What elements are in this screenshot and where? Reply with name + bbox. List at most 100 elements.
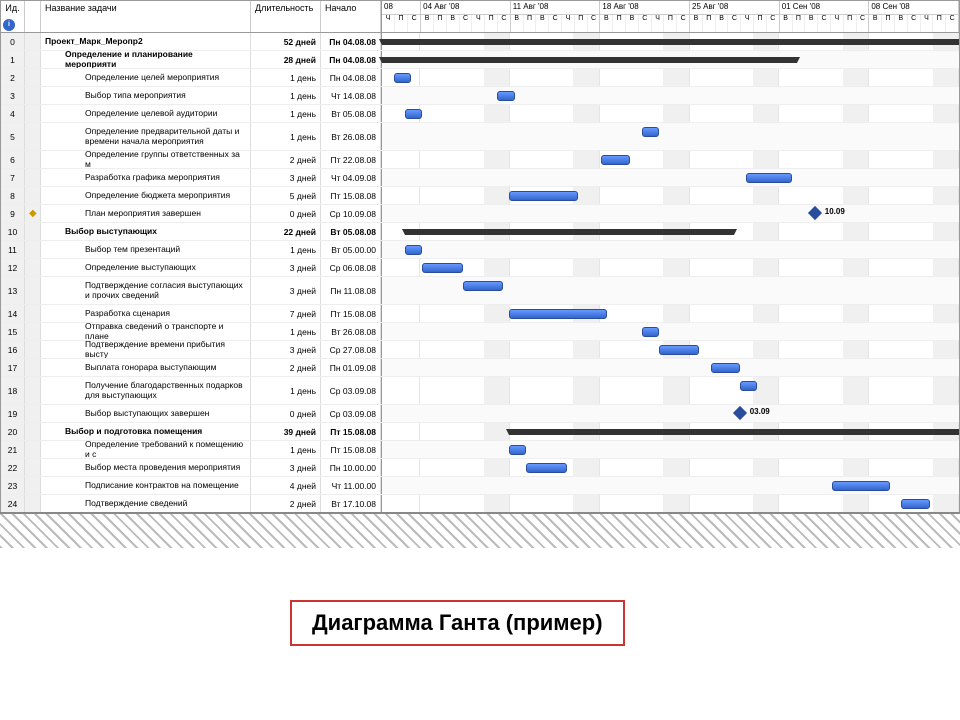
task-duration[interactable]: 1 день bbox=[251, 69, 321, 86]
task-bar[interactable] bbox=[832, 481, 890, 491]
task-start[interactable]: Чт 04.09.08 bbox=[321, 169, 381, 186]
task-name[interactable]: Определение и планирование мероприяти bbox=[41, 51, 251, 68]
task-start[interactable]: Пт 15.08.08 bbox=[321, 187, 381, 204]
task-duration[interactable]: 0 дней bbox=[251, 405, 321, 422]
task-bar[interactable] bbox=[463, 281, 503, 291]
task-bar[interactable] bbox=[746, 173, 792, 183]
task-name[interactable]: Определение группы ответственных за м bbox=[41, 151, 251, 168]
task-duration[interactable]: 2 дней bbox=[251, 359, 321, 376]
task-start[interactable]: Пт 15.08.08 bbox=[321, 441, 381, 458]
task-row[interactable]: 22Выбор места проведения мероприятия3 дн… bbox=[1, 459, 959, 477]
task-row[interactable]: 17Выплата гонорара выступающим2 днейПн 0… bbox=[1, 359, 959, 377]
col-id[interactable]: Ид. i bbox=[1, 1, 25, 32]
task-name[interactable]: Проект_Марк_Меропр2 bbox=[41, 33, 251, 50]
task-row[interactable]: 10Выбор выступающих22 днейВт 05.08.08 bbox=[1, 223, 959, 241]
task-duration[interactable]: 3 дней bbox=[251, 169, 321, 186]
task-duration[interactable]: 1 день bbox=[251, 241, 321, 258]
task-bar[interactable] bbox=[711, 363, 740, 373]
task-row[interactable]: 3Выбор типа мероприятия1 деньЧт 14.08.08 bbox=[1, 87, 959, 105]
task-name[interactable]: Получение благодарственных подарков для … bbox=[41, 377, 251, 404]
task-row[interactable]: 9◆План мероприятия завершен0 днейСр 10.0… bbox=[1, 205, 959, 223]
task-duration[interactable]: 1 день bbox=[251, 87, 321, 104]
task-bar[interactable] bbox=[642, 327, 659, 337]
task-row[interactable]: 21Определение требований к помещению и с… bbox=[1, 441, 959, 459]
task-start[interactable]: Пн 04.08.08 bbox=[321, 51, 381, 68]
task-start[interactable]: Ср 03.09.08 bbox=[321, 405, 381, 422]
task-duration[interactable]: 3 дней bbox=[251, 277, 321, 304]
summary-bar[interactable] bbox=[382, 39, 959, 45]
task-name[interactable]: Выбор выступающих bbox=[41, 223, 251, 240]
task-row[interactable]: 8Определение бюджета мероприятия5 днейПт… bbox=[1, 187, 959, 205]
task-name[interactable]: Подтверждение времени прибытия высту bbox=[41, 341, 251, 358]
task-bar[interactable] bbox=[526, 463, 566, 473]
task-name[interactable]: Разработка графика мероприятия bbox=[41, 169, 251, 186]
task-row[interactable]: 15Отправка сведений о транспорте и плане… bbox=[1, 323, 959, 341]
task-name[interactable]: Определение целей мероприятия bbox=[41, 69, 251, 86]
task-name[interactable]: Подтверждение согласия выступающих и про… bbox=[41, 277, 251, 304]
task-duration[interactable]: 39 дней bbox=[251, 423, 321, 440]
task-row[interactable]: 1Определение и планирование мероприяти28… bbox=[1, 51, 959, 69]
task-duration[interactable]: 1 день bbox=[251, 123, 321, 150]
task-name[interactable]: Подтверждение сведений bbox=[41, 495, 251, 512]
task-duration[interactable]: 1 день bbox=[251, 323, 321, 340]
task-start[interactable]: Пн 04.08.08 bbox=[321, 33, 381, 50]
task-row[interactable]: 13Подтверждение согласия выступающих и п… bbox=[1, 277, 959, 305]
task-bar[interactable] bbox=[901, 499, 930, 509]
task-row[interactable]: 23Подписание контрактов на помещение4 дн… bbox=[1, 477, 959, 495]
col-name[interactable]: Название задачи bbox=[41, 1, 251, 32]
task-start[interactable]: Пт 15.08.08 bbox=[321, 305, 381, 322]
task-start[interactable]: Вт 05.00.00 bbox=[321, 241, 381, 258]
summary-bar[interactable] bbox=[509, 429, 959, 435]
task-name[interactable]: Разработка сценария bbox=[41, 305, 251, 322]
task-start[interactable]: Пн 01.09.08 bbox=[321, 359, 381, 376]
task-name[interactable]: Выбор типа мероприятия bbox=[41, 87, 251, 104]
task-start[interactable]: Вт 05.08.08 bbox=[321, 223, 381, 240]
task-bar[interactable] bbox=[509, 445, 526, 455]
task-name[interactable]: План мероприятия завершен bbox=[41, 205, 251, 222]
task-duration[interactable]: 5 дней bbox=[251, 187, 321, 204]
task-row[interactable]: 24Подтверждение сведений2 днейВт 17.10.0… bbox=[1, 495, 959, 513]
milestone-marker[interactable] bbox=[733, 406, 747, 420]
task-duration[interactable]: 3 дней bbox=[251, 259, 321, 276]
task-name[interactable]: Отправка сведений о транспорте и плане bbox=[41, 323, 251, 340]
col-duration[interactable]: Длительность bbox=[251, 1, 321, 32]
task-body[interactable]: 0Проект_Марк_Меропр252 днейПн 04.08.081О… bbox=[1, 33, 959, 539]
task-row[interactable]: 14Разработка сценария7 днейПт 15.08.08 bbox=[1, 305, 959, 323]
summary-bar[interactable] bbox=[382, 57, 797, 63]
task-duration[interactable]: 22 дней bbox=[251, 223, 321, 240]
task-name[interactable]: Подписание контрактов на помещение bbox=[41, 477, 251, 494]
task-duration[interactable]: 1 день bbox=[251, 441, 321, 458]
task-duration[interactable]: 1 день bbox=[251, 377, 321, 404]
task-start[interactable]: Пт 22.08.08 bbox=[321, 151, 381, 168]
task-duration[interactable]: 7 дней bbox=[251, 305, 321, 322]
info-icon[interactable]: i bbox=[3, 19, 15, 31]
task-row[interactable]: 6Определение группы ответственных за м2 … bbox=[1, 151, 959, 169]
task-start[interactable]: Ср 03.09.08 bbox=[321, 377, 381, 404]
task-start[interactable]: Пт 15.08.08 bbox=[321, 423, 381, 440]
task-duration[interactable]: 4 дней bbox=[251, 477, 321, 494]
task-duration[interactable]: 28 дней bbox=[251, 51, 321, 68]
task-name[interactable]: Выбор тем презентаций bbox=[41, 241, 251, 258]
task-duration[interactable]: 52 дней bbox=[251, 33, 321, 50]
task-name[interactable]: Выбор выступающих завершен bbox=[41, 405, 251, 422]
timeline-header[interactable]: 08ЧПС04 Авг '08ВПВСЧПС11 Авг '08ВПВСЧПС1… bbox=[382, 1, 959, 32]
task-row[interactable]: 2Определение целей мероприятия1 деньПн 0… bbox=[1, 69, 959, 87]
task-row[interactable]: 12Определение выступающих3 днейСр 06.08.… bbox=[1, 259, 959, 277]
task-bar[interactable] bbox=[509, 191, 578, 201]
task-start[interactable]: Вт 05.08.08 bbox=[321, 105, 381, 122]
task-duration[interactable]: 3 дней bbox=[251, 459, 321, 476]
task-bar[interactable] bbox=[497, 91, 514, 101]
task-start[interactable]: Чт 11.00.00 bbox=[321, 477, 381, 494]
col-start[interactable]: Начало bbox=[321, 1, 381, 32]
task-row[interactable]: 5Определение предварительной даты и врем… bbox=[1, 123, 959, 151]
task-bar[interactable] bbox=[509, 309, 607, 319]
milestone-marker[interactable] bbox=[808, 206, 822, 220]
task-start[interactable]: Ср 06.08.08 bbox=[321, 259, 381, 276]
task-name[interactable]: Определение предварительной даты и време… bbox=[41, 123, 251, 150]
task-name[interactable]: Выбор места проведения мероприятия bbox=[41, 459, 251, 476]
task-start[interactable]: Вт 26.08.08 bbox=[321, 323, 381, 340]
task-bar[interactable] bbox=[405, 109, 422, 119]
task-row[interactable]: 11Выбор тем презентаций1 деньВт 05.00.00 bbox=[1, 241, 959, 259]
task-start[interactable]: Пн 10.00.00 bbox=[321, 459, 381, 476]
task-bar[interactable] bbox=[405, 245, 422, 255]
